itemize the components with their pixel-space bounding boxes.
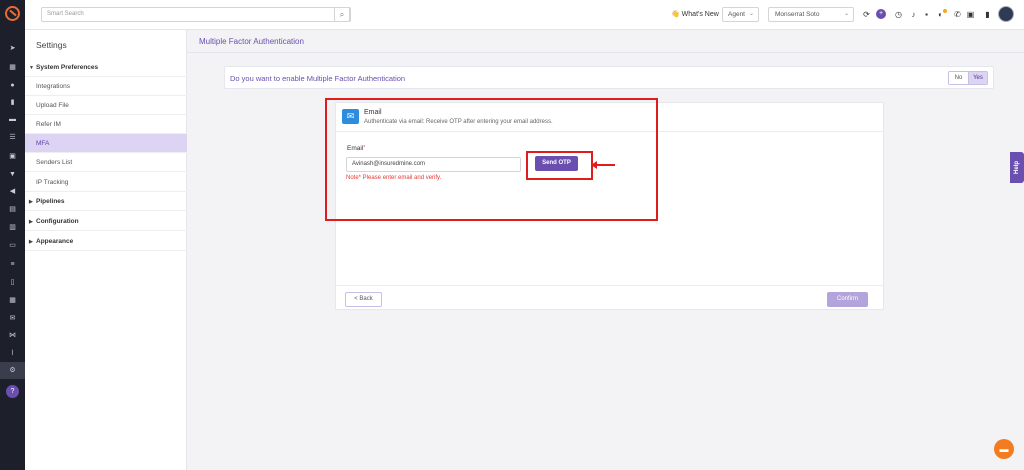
add-icon[interactable]: + [876,9,886,19]
policy-icon[interactable]: ▮ [8,98,17,107]
settings-title: Settings [36,40,67,50]
mfa-question: Do you want to enable Multiple Factor Au… [230,74,406,83]
mail-icon[interactable]: ✉ [8,314,17,323]
role-select[interactable]: Agent ⌄ [722,7,759,22]
caret-right-icon: ▶ [29,239,33,245]
campaign-icon[interactable]: ◀ [8,187,17,196]
notes-icon[interactable]: ▯ [8,278,17,287]
contacts-icon[interactable]: ● [8,81,17,90]
confirm-button[interactable]: Confirm [827,292,868,307]
divider [187,52,1024,53]
mfa-toggle: No Yes [948,71,988,85]
toggle-no-button[interactable]: No [949,72,968,84]
sidebar-item-label: Senders List [36,159,73,166]
clock-icon[interactable]: ◷ [894,10,903,19]
integrations-icon[interactable]: ▣ [966,10,975,19]
workflow-icon[interactable]: ⋈ [8,331,17,340]
mfa-enable-bar: Do you want to enable Multiple Factor Au… [224,66,994,89]
settings-sidebar: Settings ▼ System Preferences Integration… [25,30,187,470]
back-button[interactable]: < Back [345,292,382,307]
phone-icon[interactable]: ✆ [953,10,962,19]
help-circle-icon[interactable]: ? [6,385,19,398]
bell-icon[interactable]: ♪ [909,10,918,19]
caret-down-icon: ▼ [29,65,34,71]
app-logo[interactable] [5,6,20,21]
chevron-down-icon: ⌄ [843,11,849,17]
sidebar-item-integrations[interactable]: Integrations [25,77,187,96]
sidebar-item-configuration[interactable]: ▶ Configuration [25,212,187,231]
divider [336,285,883,286]
sidebar-item-system-preferences[interactable]: ▼ System Preferences [25,58,187,77]
chat-bubble-icon[interactable]: ▬ [994,439,1014,459]
annotation-box-send-otp [526,151,593,180]
accounts-icon[interactable]: ▬ [8,115,17,124]
caret-right-icon: ▶ [29,199,33,205]
smart-search-input[interactable]: Smart Search [41,7,351,22]
tasks-icon[interactable]: ☰ [8,133,17,142]
document-icon[interactable]: ▮ [983,10,992,19]
whats-new-label: What's New [681,11,719,18]
sidebar-item-upload-file[interactable]: Upload File [25,96,187,115]
toggle-yes-button[interactable]: Yes [968,72,987,84]
role-value: Agent [728,11,745,18]
refresh-icon[interactable]: ⟳ [862,10,871,19]
page-title: Multiple Factor Authentication [199,37,304,46]
reports-icon[interactable]: ▣ [8,152,17,161]
sidebar-item-appearance[interactable]: ▶ Appearance [25,232,187,251]
sidebar-item-label: Appearance [36,238,74,245]
sidebar-item-mfa[interactable]: MFA [25,134,187,153]
left-nav-rail: ➤ ▦ ● ▮ ▬ ☰ ▣ ▼ ◀ ▤ ▥ ▭ ≡ ▯ ▦ ✉ ⋈ ⌇ ⚙ ? [0,0,25,470]
chat-icon[interactable]: ▪ [922,10,931,19]
sidebar-item-label: Pipelines [36,198,65,205]
annotation-box-email-section [325,98,658,221]
dashboard-icon[interactable]: ▦ [8,63,17,72]
sidebar-item-pipelines[interactable]: ▶ Pipelines [25,192,187,211]
avatar[interactable] [998,6,1014,22]
user-value: Monserrat Soto [775,11,820,18]
sidebar-item-refer-im[interactable]: Refer IM [25,115,187,134]
help-tab[interactable]: Help [1010,152,1024,183]
chevron-down-icon: ⌄ [748,11,754,17]
sidebar-item-label: Integrations [36,83,70,90]
folder-icon[interactable]: ▭ [8,241,17,250]
inbox-icon[interactable]: ≡ [8,260,17,269]
sidebar-item-label: IP Tracking [36,179,69,186]
sidebar-item-label: System Preferences [36,64,99,71]
analytics-icon[interactable]: ▥ [8,223,17,232]
sidebar-item-senders-list[interactable]: Senders List [25,153,187,172]
rocket-icon[interactable]: ➤ [8,44,17,53]
sidebar-item-label: Upload File [36,102,69,109]
chart-icon[interactable]: ⌇ [8,349,17,358]
calendar-icon[interactable]: ▦ [8,296,17,305]
search-icon[interactable]: ⌕ [334,7,350,22]
sidebar-item-label: MFA [36,140,50,147]
top-bar: Smart Search ⌕ 👋 What's New Agent ⌄ Monse… [25,0,1024,30]
whats-new-link[interactable]: 👋 What's New [671,10,719,18]
annotation-arrow-icon [591,161,615,169]
user-select[interactable]: Monserrat Soto ⌄ [768,7,854,22]
caret-right-icon: ▶ [29,219,33,225]
notification-dot [943,9,947,13]
filter-icon[interactable]: ▼ [8,170,17,179]
settings-gear-icon[interactable]: ⚙ [0,362,25,379]
sidebar-item-ip-tracking[interactable]: IP Tracking [25,173,187,192]
sidebar-item-label: Configuration [36,218,79,225]
documents-icon[interactable]: ▤ [8,205,17,214]
sidebar-item-label: Refer IM [36,121,61,128]
